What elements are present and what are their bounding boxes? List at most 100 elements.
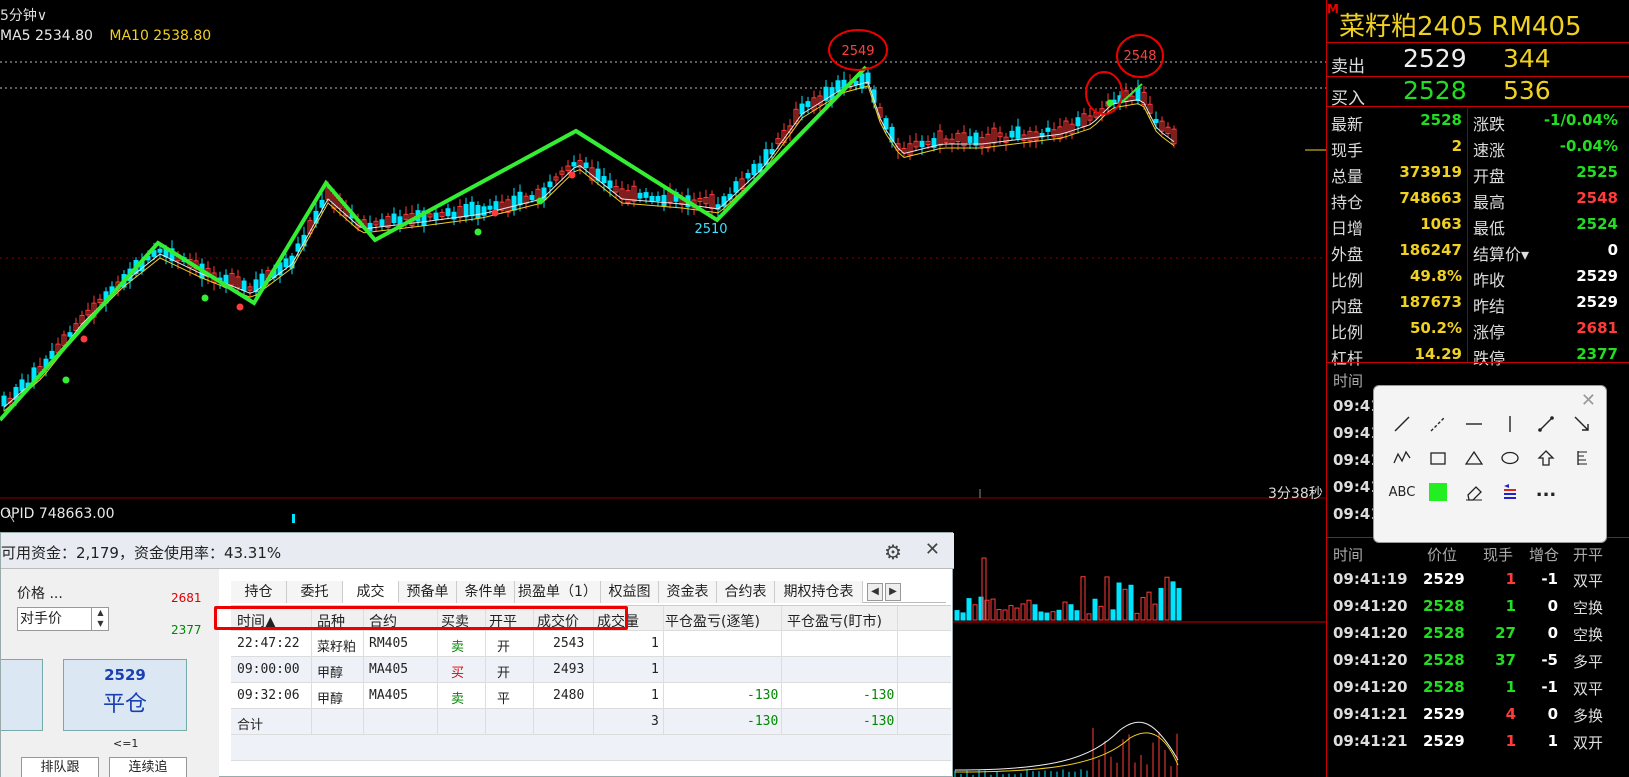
cell-qty: 1 bbox=[651, 688, 659, 703]
polyline-icon[interactable] bbox=[1388, 444, 1416, 472]
price-stepper[interactable]: ▲ ▼ bbox=[91, 607, 109, 631]
cell-oc: 平 bbox=[497, 692, 511, 707]
volume-bar bbox=[1032, 604, 1038, 621]
column-divider bbox=[363, 657, 364, 683]
cell-qty: 1 bbox=[651, 662, 659, 677]
table-row[interactable]: 22:47:22 菜籽粕 RM405 卖 开 2543 1 bbox=[231, 631, 951, 657]
fib-icon[interactable] bbox=[1568, 444, 1596, 472]
column-divider bbox=[311, 657, 312, 683]
column-divider bbox=[533, 709, 534, 735]
column-divider bbox=[781, 631, 782, 657]
close-icon[interactable]: ✕ bbox=[1581, 390, 1596, 411]
candle-body bbox=[283, 258, 289, 268]
cell-oc: 开 bbox=[497, 640, 511, 655]
table-total-row[interactable]: 合计 3 -130 -130 bbox=[231, 709, 951, 735]
tab-0[interactable]: 持仓 bbox=[231, 581, 287, 603]
column-header[interactable]: 平仓盈亏(盯市) bbox=[787, 611, 882, 631]
bar-countdown: 3分38秒 bbox=[1268, 486, 1323, 502]
candle-body bbox=[487, 205, 493, 210]
stat-label: 最高 bbox=[1473, 193, 1506, 212]
column-divider bbox=[897, 606, 898, 632]
tab-scroll-left-icon[interactable]: ◀ bbox=[867, 583, 883, 601]
bid-row[interactable]: 买入 2528 536 bbox=[1327, 76, 1629, 109]
rect-icon[interactable] bbox=[1424, 444, 1452, 472]
trade-tabs: 持仓 委托 成交 预备单 条件单 损盈单（1） 权益图 资金表 合约表 期权持仓表 ◀ ▶ bbox=[231, 581, 946, 603]
close-position-button[interactable]: 2529 平仓 bbox=[63, 659, 187, 731]
tab-scroll-right-icon[interactable]: ▶ bbox=[885, 583, 901, 601]
qty-hint: <=1 bbox=[113, 737, 139, 750]
volume-bar bbox=[990, 598, 996, 621]
vline-icon[interactable] bbox=[1496, 410, 1524, 438]
volume-bar bbox=[1098, 605, 1104, 621]
table-row[interactable]: 09:00:00 甲醇 MA405 买 开 2493 1 bbox=[231, 657, 951, 683]
tab-3[interactable]: 预备单 bbox=[399, 581, 457, 603]
tape-price: 2528 bbox=[1423, 624, 1465, 642]
collapse-icon[interactable]: ✕ bbox=[925, 539, 940, 560]
stat-value: 14.29 bbox=[1414, 345, 1462, 363]
hline-icon[interactable] bbox=[1460, 410, 1488, 438]
color-icon[interactable] bbox=[1424, 478, 1452, 506]
candle-body bbox=[607, 180, 613, 189]
volume-bar bbox=[1116, 582, 1122, 621]
ellipse-icon[interactable] bbox=[1496, 444, 1524, 472]
column-divider bbox=[897, 683, 898, 709]
tape-type: 双平 bbox=[1573, 572, 1604, 590]
line-icon[interactable] bbox=[1388, 410, 1416, 438]
tab-9[interactable]: 期权持仓表 bbox=[775, 581, 863, 603]
period-selector[interactable]: 5分钟∨ bbox=[0, 5, 47, 25]
candle-body bbox=[241, 280, 247, 291]
continuous-chase-button[interactable]: 连续追 bbox=[109, 757, 187, 777]
tape-col-time: 时间 bbox=[1333, 546, 1364, 564]
trend-line bbox=[0, 65, 868, 422]
text-icon[interactable]: ABC bbox=[1388, 478, 1416, 506]
stat-value: 2681 bbox=[1576, 319, 1618, 337]
gear-icon[interactable]: ⚙ bbox=[884, 540, 902, 564]
volume-bar bbox=[1080, 576, 1086, 621]
tab-7[interactable]: 资金表 bbox=[659, 581, 717, 603]
more-icon[interactable]: ... bbox=[1532, 476, 1560, 504]
segment-icon[interactable] bbox=[1532, 410, 1560, 438]
candle-body bbox=[805, 101, 811, 108]
candle-body bbox=[517, 191, 523, 206]
triangle-icon[interactable] bbox=[1460, 444, 1488, 472]
ma10-value: MA10 2538.80 bbox=[109, 28, 212, 44]
candle-body bbox=[571, 162, 577, 167]
column-divider bbox=[485, 657, 486, 683]
candle-body bbox=[1009, 130, 1015, 138]
table-row[interactable]: 09:32:06 甲醇 MA405 卖 平 2480 1 -130 -130 bbox=[231, 683, 951, 709]
queue-follow-button[interactable]: 排队跟 bbox=[21, 757, 99, 777]
stat-value: -0.04% bbox=[1559, 137, 1618, 155]
tab-4[interactable]: 条件单 bbox=[457, 581, 515, 603]
cell-code: MA405 bbox=[369, 662, 409, 677]
tab-1[interactable]: 委托 bbox=[287, 581, 343, 603]
tab-2[interactable]: 成交 bbox=[343, 581, 399, 603]
tab-6[interactable]: 权益图 bbox=[601, 581, 659, 603]
candle-body bbox=[799, 103, 805, 115]
ray-icon[interactable] bbox=[1424, 410, 1452, 438]
tab-8[interactable]: 合约表 bbox=[717, 581, 775, 603]
column-divider bbox=[663, 709, 664, 735]
cell-code: MA405 bbox=[369, 688, 409, 703]
tape-qty: 1 bbox=[1505, 678, 1516, 696]
stat-label: 内盘 bbox=[1331, 297, 1364, 316]
drawing-toolbox[interactable]: ✕ ABC ... bbox=[1373, 385, 1607, 543]
tape-row: 09:41:20 2528 27 0 空换 bbox=[1327, 620, 1629, 647]
column-divider bbox=[593, 709, 594, 735]
arrow-icon[interactable] bbox=[1568, 410, 1596, 438]
up-arrow-icon[interactable] bbox=[1532, 444, 1560, 472]
tape-time: 时间 bbox=[1333, 372, 1364, 390]
settings-icon[interactable] bbox=[1496, 478, 1524, 506]
tape-oi-change: -1 bbox=[1541, 678, 1558, 696]
eraser-icon[interactable] bbox=[1460, 478, 1488, 506]
column-header[interactable]: 平仓盈亏(逐笔) bbox=[665, 611, 760, 631]
volume-bar bbox=[1020, 603, 1026, 621]
column-divider bbox=[363, 709, 364, 735]
stat-row: 杠杆 14.29 跌停 2377 bbox=[1327, 342, 1629, 368]
ask-row[interactable]: 卖出 2529 344 bbox=[1327, 44, 1629, 77]
tape-oi-change: -5 bbox=[1541, 651, 1558, 669]
candle-body bbox=[475, 205, 481, 219]
tab-5[interactable]: 损盈单（1） bbox=[515, 581, 601, 603]
stat-label: 外盘 bbox=[1331, 245, 1364, 264]
tape-price: 2528 bbox=[1423, 678, 1465, 696]
open-order-button[interactable] bbox=[1, 659, 43, 731]
